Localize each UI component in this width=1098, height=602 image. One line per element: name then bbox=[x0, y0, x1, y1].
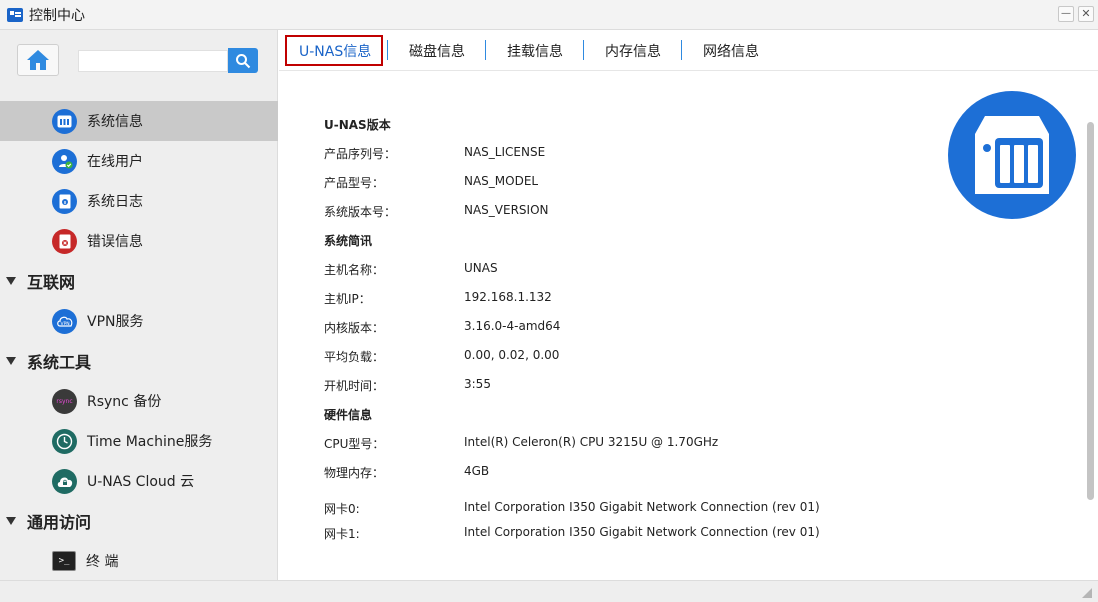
system-info-icon bbox=[52, 108, 77, 134]
sidebar-item-label: 系统信息 bbox=[87, 114, 143, 130]
info-label: 系统版本号： bbox=[324, 205, 397, 219]
sidebar-item-label: 在线用户 bbox=[87, 154, 143, 170]
tab-divider bbox=[681, 40, 682, 60]
scrollbar-thumb[interactable] bbox=[1087, 122, 1094, 500]
nas-device-icon bbox=[975, 116, 1049, 194]
info-value: UNAS bbox=[464, 261, 498, 275]
resize-grip-icon[interactable] bbox=[1082, 588, 1092, 598]
sidebar-item-system-log[interactable]: 系统日志 bbox=[0, 181, 278, 221]
system-log-icon bbox=[52, 188, 77, 214]
nas-logo bbox=[948, 91, 1076, 219]
tab-network-info[interactable]: 网络信息 bbox=[703, 30, 759, 71]
time-machine-icon bbox=[52, 428, 77, 454]
info-label: 网卡1: bbox=[324, 527, 360, 541]
sidebar-item-online-users[interactable]: 在线用户 bbox=[0, 141, 278, 181]
search-icon bbox=[236, 53, 251, 68]
info-panel: U-NAS版本 产品序列号： NAS_LICENSE 产品型号： NAS_MOD… bbox=[279, 72, 1084, 580]
sidebar-item-rsync[interactable]: rsync Rsync 备份 bbox=[0, 381, 278, 421]
vertical-scrollbar[interactable] bbox=[1084, 72, 1098, 580]
error-info-icon bbox=[52, 228, 77, 254]
info-label: 产品序列号： bbox=[324, 147, 397, 161]
tab-divider bbox=[387, 40, 388, 60]
sidebar-item-system-info[interactable]: 系统信息 bbox=[0, 101, 278, 141]
section-label: 通用访问 bbox=[27, 513, 92, 532]
info-value: 192.168.1.132 bbox=[464, 290, 552, 304]
home-button[interactable] bbox=[17, 44, 59, 76]
terminal-icon: >_ bbox=[52, 551, 76, 571]
online-user-icon bbox=[52, 148, 77, 174]
info-label: 网卡0: bbox=[324, 502, 360, 516]
cloud-icon bbox=[52, 468, 77, 494]
info-value: Intel(R) Celeron(R) CPU 3215U @ 1.70GHz bbox=[464, 435, 719, 449]
expand-triangle-icon bbox=[6, 517, 16, 525]
sidebar-item-time-machine[interactable]: Time Machine服务 bbox=[0, 421, 278, 461]
info-value: NAS_LICENSE bbox=[464, 145, 546, 159]
tab-divider bbox=[485, 40, 486, 60]
status-bar bbox=[0, 580, 1098, 602]
info-value: NAS_MODEL bbox=[464, 174, 539, 188]
rsync-icon: rsync bbox=[52, 388, 77, 414]
home-icon bbox=[27, 50, 49, 70]
search-input[interactable] bbox=[78, 50, 228, 72]
info-label: 主机IP： bbox=[324, 292, 371, 306]
title-bar: 控制中心 — ✕ bbox=[0, 0, 1098, 30]
tab-memory-info[interactable]: 内存信息 bbox=[605, 30, 661, 71]
info-label: CPU型号： bbox=[324, 437, 385, 451]
window-title: 控制中心 bbox=[29, 7, 85, 24]
tab-disk-info[interactable]: 磁盘信息 bbox=[409, 30, 465, 71]
sidebar-item-label: VPN服务 bbox=[87, 314, 144, 330]
brief-heading: 系统简讯 bbox=[324, 234, 373, 248]
sidebar-item-cloud[interactable]: U-NAS Cloud 云 bbox=[0, 461, 278, 501]
svg-text:VPN: VPN bbox=[60, 321, 69, 327]
sidebar-nav: 系统信息 在线用户 系统日志 错误信息 互联网 VPN VPN服务 系统工具 r… bbox=[0, 101, 278, 581]
control-center-icon bbox=[7, 7, 23, 22]
info-label: 主机名称： bbox=[324, 263, 385, 277]
section-general-access[interactable]: 通用访问 bbox=[0, 501, 278, 541]
expand-triangle-icon bbox=[6, 357, 16, 365]
tab-bar: U-NAS信息 磁盘信息 挂载信息 内存信息 网络信息 bbox=[279, 30, 1098, 71]
info-label: 产品型号： bbox=[324, 176, 385, 190]
search-button[interactable] bbox=[228, 48, 258, 73]
info-label: 物理内存： bbox=[324, 466, 385, 480]
sidebar: 系统信息 在线用户 系统日志 错误信息 互联网 VPN VPN服务 系统工具 r… bbox=[0, 30, 278, 580]
section-label: 互联网 bbox=[27, 273, 76, 292]
sidebar-item-label: Rsync 备份 bbox=[87, 394, 162, 410]
expand-triangle-icon bbox=[6, 277, 16, 285]
sidebar-item-label: U-NAS Cloud 云 bbox=[87, 474, 195, 490]
sidebar-item-label: 系统日志 bbox=[87, 194, 143, 210]
close-button[interactable]: ✕ bbox=[1078, 6, 1094, 22]
info-value: NAS_VERSION bbox=[464, 203, 549, 217]
info-value: 4GB bbox=[464, 464, 490, 478]
section-label: 系统工具 bbox=[27, 353, 92, 372]
info-value: Intel Corporation I350 Gigabit Network C… bbox=[464, 500, 820, 514]
info-value: 3.16.0-4-amd64 bbox=[464, 319, 561, 333]
info-label: 平均负载： bbox=[324, 350, 385, 364]
info-label: 开机时间： bbox=[324, 379, 385, 393]
vpn-icon: VPN bbox=[52, 308, 77, 334]
sidebar-item-label: Time Machine服务 bbox=[87, 434, 213, 450]
tab-mount-info[interactable]: 挂载信息 bbox=[507, 30, 563, 71]
info-value: 3:55 bbox=[464, 377, 491, 391]
active-tab-highlight bbox=[285, 35, 383, 66]
hardware-heading: 硬件信息 bbox=[324, 408, 373, 422]
info-label: 内核版本： bbox=[324, 321, 385, 335]
info-value: 0.00, 0.02, 0.00 bbox=[464, 348, 560, 362]
sidebar-item-vpn[interactable]: VPN VPN服务 bbox=[0, 301, 278, 341]
tab-divider bbox=[583, 40, 584, 60]
section-internet[interactable]: 互联网 bbox=[0, 261, 278, 301]
sidebar-item-error-info[interactable]: 错误信息 bbox=[0, 221, 278, 261]
sidebar-item-terminal[interactable]: >_ 终 端 bbox=[0, 541, 278, 581]
sidebar-item-label: 终 端 bbox=[86, 554, 119, 570]
minimize-button[interactable]: — bbox=[1058, 6, 1074, 22]
info-value: Intel Corporation I350 Gigabit Network C… bbox=[464, 525, 820, 539]
version-heading: U-NAS版本 bbox=[324, 118, 391, 132]
section-system-tools[interactable]: 系统工具 bbox=[0, 341, 278, 381]
sidebar-item-label: 错误信息 bbox=[87, 234, 143, 250]
